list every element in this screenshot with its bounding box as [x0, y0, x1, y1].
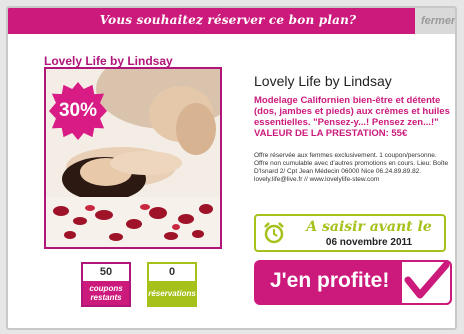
deal-title: Lovely Life by Lindsay [254, 73, 392, 89]
reservations-count: 0 [168, 266, 176, 278]
popup-header: Vous souhaitez réserver ce bon plan? fer… [8, 8, 455, 34]
reservation-popup: Vous souhaitez réserver ce bon plan? fer… [6, 6, 457, 330]
coupons-remaining-box: 50 coupons restants [81, 262, 131, 307]
reservations-label: réservations [148, 281, 196, 305]
merchant-name: Lovely Life by Lindsay [44, 54, 173, 68]
popup-title: Vous souhaitez réserver ce bon plan? [99, 13, 357, 27]
coupons-remaining-label: coupons restants [83, 281, 129, 305]
alarm-clock-icon [264, 222, 284, 244]
buy-deal-label: J'en profite! [270, 269, 390, 292]
close-button[interactable]: fermer [415, 8, 455, 34]
deal-conditions: Offre réservée aux femmes exclusivement.… [254, 152, 449, 183]
deal-description: Modelage Californien bien-être et détent… [254, 95, 450, 139]
coupons-remaining-count: 50 [99, 266, 113, 278]
deadline-box: A saisir avant le 06 novembre 2011 [254, 214, 446, 252]
deadline-date: 06 novembre 2011 [325, 237, 413, 248]
reservations-box: 0 réservations [147, 262, 197, 307]
deadline-label: A saisir avant le [306, 219, 432, 235]
buy-deal-button[interactable]: J'en profite! [254, 260, 452, 305]
checkmark-icon [400, 260, 452, 305]
